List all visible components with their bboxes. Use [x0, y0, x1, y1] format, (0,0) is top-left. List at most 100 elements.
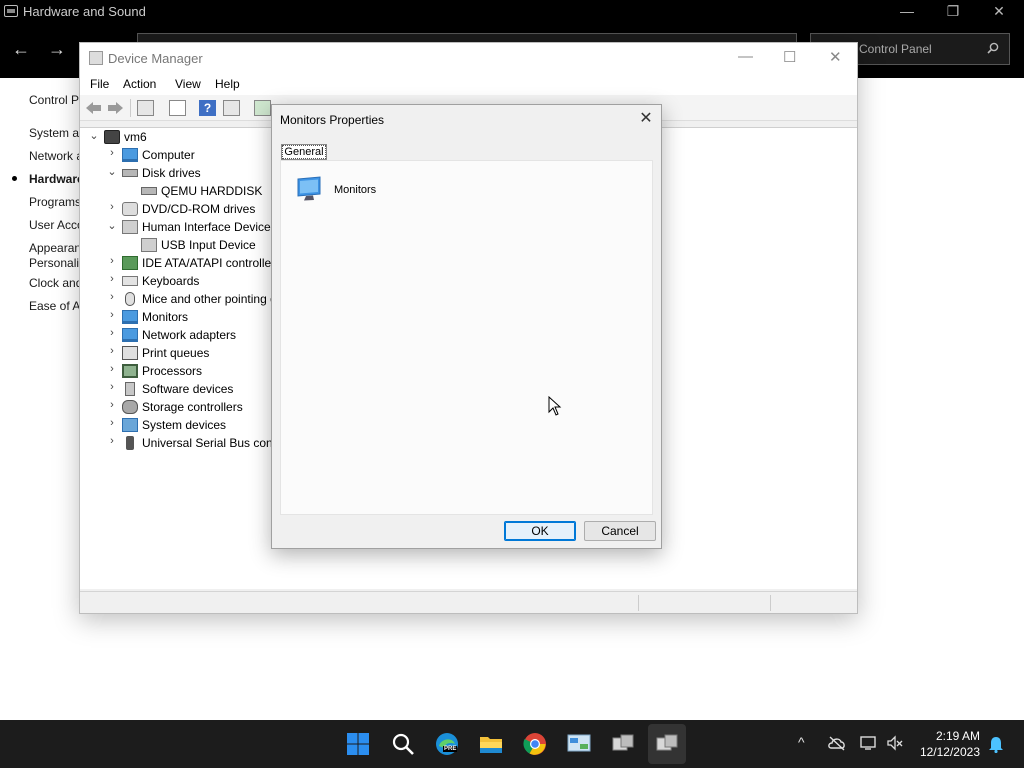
show-hidden-icons-chevron-up-icon[interactable]: ^	[798, 734, 805, 750]
menu-file[interactable]: File	[90, 77, 109, 91]
edge-icon[interactable]: PRE	[435, 732, 459, 756]
sidebar-item-programs[interactable]: Programs	[29, 195, 81, 209]
sidebar-item-network[interactable]: Network a	[29, 149, 83, 163]
control-panel-icon	[4, 5, 18, 17]
cancel-button[interactable]: Cancel	[584, 521, 656, 541]
sidebar-item-user-accounts[interactable]: User Acco	[29, 218, 84, 232]
forward-icon[interactable]	[107, 100, 124, 116]
volume-muted-icon[interactable]	[886, 735, 904, 751]
chevron-right-icon[interactable]: ›	[106, 255, 118, 267]
device-manager-titlebar[interactable]: Device Manager — ☐ ✕	[80, 43, 857, 73]
chrome-icon[interactable]	[523, 732, 547, 756]
edge-logo-icon	[436, 733, 458, 755]
chevron-right-icon[interactable]: ›	[106, 327, 118, 339]
chevron-right-icon[interactable]: ›	[106, 291, 118, 303]
ide-controller-icon	[122, 256, 138, 270]
cd-drive-icon	[122, 202, 138, 216]
tab-general[interactable]: General	[281, 144, 327, 160]
search-icon[interactable]	[987, 42, 999, 54]
system-clock[interactable]: 2:19 AM 12/12/2023	[920, 728, 980, 760]
chevron-right-icon[interactable]: ›	[106, 309, 118, 321]
chevron-down-icon[interactable]: ⌄	[88, 129, 100, 142]
dialog-title: Monitors Properties	[280, 113, 385, 127]
onedrive-icon[interactable]	[828, 735, 846, 751]
chevron-right-icon[interactable]: ›	[106, 417, 118, 429]
control-panel-taskbar-icon[interactable]	[567, 732, 591, 756]
search-icon[interactable]	[391, 732, 415, 756]
device-manager-active-icon[interactable]	[655, 732, 679, 756]
properties-icon[interactable]	[169, 100, 186, 116]
chevron-right-icon[interactable]: ›	[106, 399, 118, 411]
monitor-icon	[122, 310, 138, 324]
chevron-down-icon[interactable]: ⌄	[106, 165, 118, 178]
chevron-right-icon[interactable]: ›	[106, 147, 118, 159]
control-panel-title: Hardware and Sound	[23, 4, 146, 19]
monitor-icon	[297, 176, 321, 201]
active-bullet	[12, 176, 17, 181]
back-arrow-icon[interactable]: ←	[12, 39, 30, 59]
show-action-pane-icon[interactable]	[223, 100, 240, 116]
chevron-down-icon[interactable]: ⌄	[106, 219, 118, 232]
network-icon[interactable]	[860, 735, 878, 751]
close-icon[interactable]: ✕	[976, 0, 1022, 24]
start-icon[interactable]	[346, 732, 370, 756]
chevron-right-icon[interactable]: ›	[106, 435, 118, 447]
sidebar-item-personalization[interactable]: Personaliz	[29, 256, 85, 270]
device-manager-title: Device Manager	[108, 51, 203, 66]
menu-help[interactable]: Help	[215, 77, 240, 91]
chevron-right-icon[interactable]: ›	[106, 345, 118, 357]
software-device-icon	[125, 382, 135, 396]
dm-maximize-icon[interactable]: ☐	[783, 48, 796, 66]
printer-icon	[122, 346, 138, 360]
chevron-right-icon[interactable]: ›	[106, 381, 118, 393]
menu-view[interactable]: View	[175, 77, 201, 91]
mouse-cursor-icon	[548, 396, 562, 416]
network-adapter-icon	[122, 328, 138, 342]
computer-icon	[122, 148, 138, 162]
forward-arrow-icon[interactable]: →	[48, 39, 66, 59]
show-hide-console-tree-icon[interactable]	[137, 100, 154, 116]
chevron-right-icon[interactable]: ›	[106, 201, 118, 213]
sidebar-item-clock[interactable]: Clock and	[29, 276, 82, 290]
ok-button[interactable]: OK	[504, 521, 576, 541]
notification-bell-icon[interactable]	[988, 735, 1004, 753]
hid-device-icon	[141, 238, 157, 252]
dm-minimize-icon[interactable]: —	[738, 48, 753, 65]
sidebar-item-ease-of-access[interactable]: Ease of Ac	[29, 299, 86, 313]
tree-item-label: Network adapters	[142, 328, 237, 342]
hid-icon	[122, 220, 138, 234]
tree-item-label: Disk drives	[142, 166, 201, 180]
mouse-icon	[125, 292, 135, 306]
taskbar: PRE ^ 2:19 AM 12/12/2023	[0, 720, 1024, 768]
dm-close-icon[interactable]: ✕	[829, 48, 842, 66]
system-device-icon	[122, 418, 138, 432]
menu-bar: File Action View Help	[80, 73, 857, 95]
tree-item-label: Monitors	[142, 310, 189, 324]
scan-hardware-icon[interactable]	[254, 100, 271, 116]
menu-action[interactable]: Action	[123, 77, 156, 91]
device-manager-taskbar-icon[interactable]	[611, 732, 635, 756]
clock-date: 12/12/2023	[919, 745, 980, 759]
sidebar-item-control-panel-home[interactable]: Control P	[29, 93, 79, 107]
tree-item-label: System devices	[142, 418, 227, 432]
status-bar	[80, 591, 857, 613]
device-name-label: Monitors	[334, 184, 377, 196]
minimize-icon[interactable]: —	[884, 0, 930, 24]
sidebar-item-system[interactable]: System ar	[29, 126, 83, 140]
sidebar-item-appearance[interactable]: Appearan	[29, 241, 81, 255]
tree-item-label: IDE ATA/ATAPI controllers	[142, 256, 282, 270]
chevron-right-icon[interactable]: ›	[106, 273, 118, 285]
tree-item-label: Software devices	[142, 382, 234, 396]
tree-item-label: DVD/CD-ROM drives	[142, 202, 256, 216]
back-icon[interactable]	[85, 100, 102, 116]
sidebar-item-hardware[interactable]: Hardware	[29, 172, 84, 186]
dialog-close-icon[interactable]: ✕	[631, 105, 661, 133]
disk-drive-icon	[141, 187, 157, 195]
processor-icon	[122, 364, 138, 378]
restore-icon[interactable]: ❐	[930, 0, 976, 24]
help-icon[interactable]: ?	[199, 100, 216, 116]
file-explorer-icon[interactable]	[479, 732, 503, 756]
control-panel-titlebar: Hardware and Sound — ❐ ✕	[0, 0, 1024, 24]
chevron-right-icon[interactable]: ›	[106, 363, 118, 375]
device-manager-icon	[89, 51, 103, 65]
